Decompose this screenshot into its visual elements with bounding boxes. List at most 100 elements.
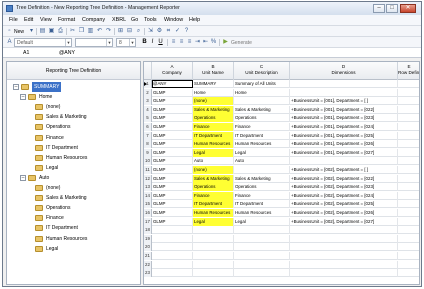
company-cell[interactable]: GLMP: [152, 97, 193, 106]
tree-node[interactable]: IT Department: [27, 223, 135, 233]
row-definition-cell[interactable]: [398, 106, 419, 114]
unit-name-cell[interactable]: Legal: [193, 217, 234, 226]
menu-format[interactable]: Format: [58, 17, 75, 23]
row-definition-cell[interactable]: [398, 140, 419, 148]
row-definition-cell[interactable]: [398, 114, 419, 122]
menu-edit[interactable]: Edit: [24, 17, 33, 23]
company-cell[interactable]: GLMP: [152, 166, 193, 174]
cut-icon[interactable]: ✂: [69, 28, 76, 35]
unit-description-cell[interactable]: [234, 252, 290, 260]
row-number[interactable]: 5: [144, 114, 152, 123]
row-number[interactable]: 20: [144, 243, 152, 252]
unit-name-cell[interactable]: Home: [193, 88, 234, 97]
unit-name-cell[interactable]: Human Resources: [193, 140, 234, 149]
dimensions-cell[interactable]: +BusinessUnit = [002], Department = [026…: [290, 209, 398, 217]
unit-description-cell[interactable]: Sales & Marketing: [234, 174, 290, 183]
column-header-unit-name[interactable]: B Unit Name: [193, 62, 234, 80]
tree-node[interactable]: Sales & Marketing: [27, 193, 135, 203]
row-definition-cell[interactable]: [398, 261, 419, 269]
help-icon[interactable]: ?: [183, 28, 190, 35]
unit-name-cell[interactable]: Finance: [193, 123, 234, 131]
collapse-icon[interactable]: –: [13, 84, 19, 90]
column-header-company[interactable]: A Company: [152, 62, 193, 80]
row-definition-cell[interactable]: [398, 209, 419, 217]
row-definition-cell[interactable]: [398, 252, 419, 260]
import-icon[interactable]: ⇲: [147, 28, 154, 35]
cell-reference[interactable]: A1: [23, 50, 29, 56]
row-definition-cell[interactable]: [398, 149, 419, 157]
chevron-down-icon[interactable]: ▼: [106, 39, 112, 46]
tree-node[interactable]: Finance: [27, 133, 135, 143]
unit-name-cell[interactable]: (none): [193, 166, 234, 174]
unit-description-cell[interactable]: Sales & Marketing: [234, 105, 290, 114]
unit-name-cell[interactable]: [193, 226, 234, 235]
company-cell[interactable]: [152, 234, 193, 243]
unit-description-cell[interactable]: [234, 97, 290, 106]
menu-company[interactable]: Company: [82, 17, 105, 23]
company-cell[interactable]: [152, 226, 193, 235]
menu-file[interactable]: File: [9, 17, 18, 23]
dimensions-cell[interactable]: [290, 252, 398, 260]
corner-cell[interactable]: [144, 62, 152, 80]
unit-name-cell[interactable]: Sales & Marketing: [193, 105, 234, 114]
company-cell[interactable]: GLMP: [152, 209, 193, 217]
cell-value-input[interactable]: @ANY: [59, 50, 75, 56]
tree-node[interactable]: (none): [27, 183, 135, 193]
tree-node[interactable]: IT Department: [27, 143, 135, 153]
size-combo[interactable]: 8 ▼: [116, 38, 136, 47]
row-number[interactable]: 12: [144, 174, 152, 183]
dimensions-cell[interactable]: +BusinessUnit = [002], Department = [ ]: [290, 166, 398, 174]
unit-name-cell[interactable]: IT Department: [193, 200, 234, 209]
row-number[interactable]: 17: [144, 217, 152, 226]
company-cell[interactable]: GLMP: [152, 191, 193, 200]
dimensions-cell[interactable]: [290, 260, 398, 269]
maximize-button[interactable]: □: [386, 4, 398, 13]
row-number[interactable]: 3: [144, 97, 152, 106]
dimensions-cell[interactable]: +BusinessUnit = [001], Department = [023…: [290, 114, 398, 123]
redo-icon[interactable]: ↷: [105, 28, 112, 35]
row-number[interactable]: 15: [144, 200, 152, 209]
minimize-button[interactable]: –: [373, 4, 385, 13]
save-icon[interactable]: ▣: [48, 28, 55, 35]
tree-node[interactable]: (none): [27, 102, 135, 112]
dimensions-cell[interactable]: [290, 88, 398, 97]
menu-view[interactable]: View: [40, 17, 52, 23]
company-cell[interactable]: [152, 269, 193, 278]
unit-description-cell[interactable]: Operations: [234, 183, 290, 192]
row-definition-cell[interactable]: [398, 80, 419, 88]
row-definition-cell[interactable]: [398, 132, 419, 140]
dimensions-cell[interactable]: +BusinessUnit = [001], Department = [024…: [290, 123, 398, 131]
print-icon[interactable]: ⎙: [57, 28, 64, 35]
company-cell[interactable]: GLMP: [152, 174, 193, 183]
row-number[interactable]: 22: [144, 260, 152, 269]
tree-node[interactable]: – Home: [20, 92, 135, 102]
row-definition-cell[interactable]: [398, 192, 419, 200]
properties-icon[interactable]: ⚙: [156, 28, 163, 35]
align-center-icon[interactable]: ≡: [178, 39, 185, 46]
company-cell[interactable]: @ANY: [152, 80, 193, 88]
row-number[interactable]: 4: [144, 105, 152, 114]
unit-description-cell[interactable]: [234, 234, 290, 243]
unit-description-cell[interactable]: Human Resources: [234, 140, 290, 149]
company-cell[interactable]: GLMP: [152, 123, 193, 131]
new-file-icon[interactable]: ▫: [6, 28, 13, 35]
unit-description-cell[interactable]: [234, 260, 290, 269]
dimensions-cell[interactable]: +BusinessUnit = [002], Department = [023…: [290, 183, 398, 192]
new-dropdown-icon[interactable]: ▾: [28, 28, 35, 35]
column-header-dimensions[interactable]: D Dimensions: [290, 62, 398, 80]
unit-name-cell[interactable]: Auto: [193, 157, 234, 166]
unit-name-cell[interactable]: Legal: [193, 148, 234, 157]
dimensions-cell[interactable]: [290, 234, 398, 243]
row-definition-cell[interactable]: [398, 166, 419, 174]
company-cell[interactable]: GLMP: [152, 140, 193, 149]
unit-description-cell[interactable]: Legal: [234, 217, 290, 226]
unit-description-cell[interactable]: Legal: [234, 148, 290, 157]
dimensions-cell[interactable]: +BusinessUnit = [002], Department = [025…: [290, 200, 398, 209]
company-cell[interactable]: GLMP: [152, 105, 193, 114]
unit-name-cell[interactable]: [193, 234, 234, 243]
company-cell[interactable]: GLMP: [152, 217, 193, 226]
tree-node[interactable]: Legal: [27, 163, 135, 173]
new-button[interactable]: New: [14, 29, 24, 35]
percent-icon[interactable]: %: [210, 39, 217, 46]
undo-icon[interactable]: ↶: [96, 28, 103, 35]
